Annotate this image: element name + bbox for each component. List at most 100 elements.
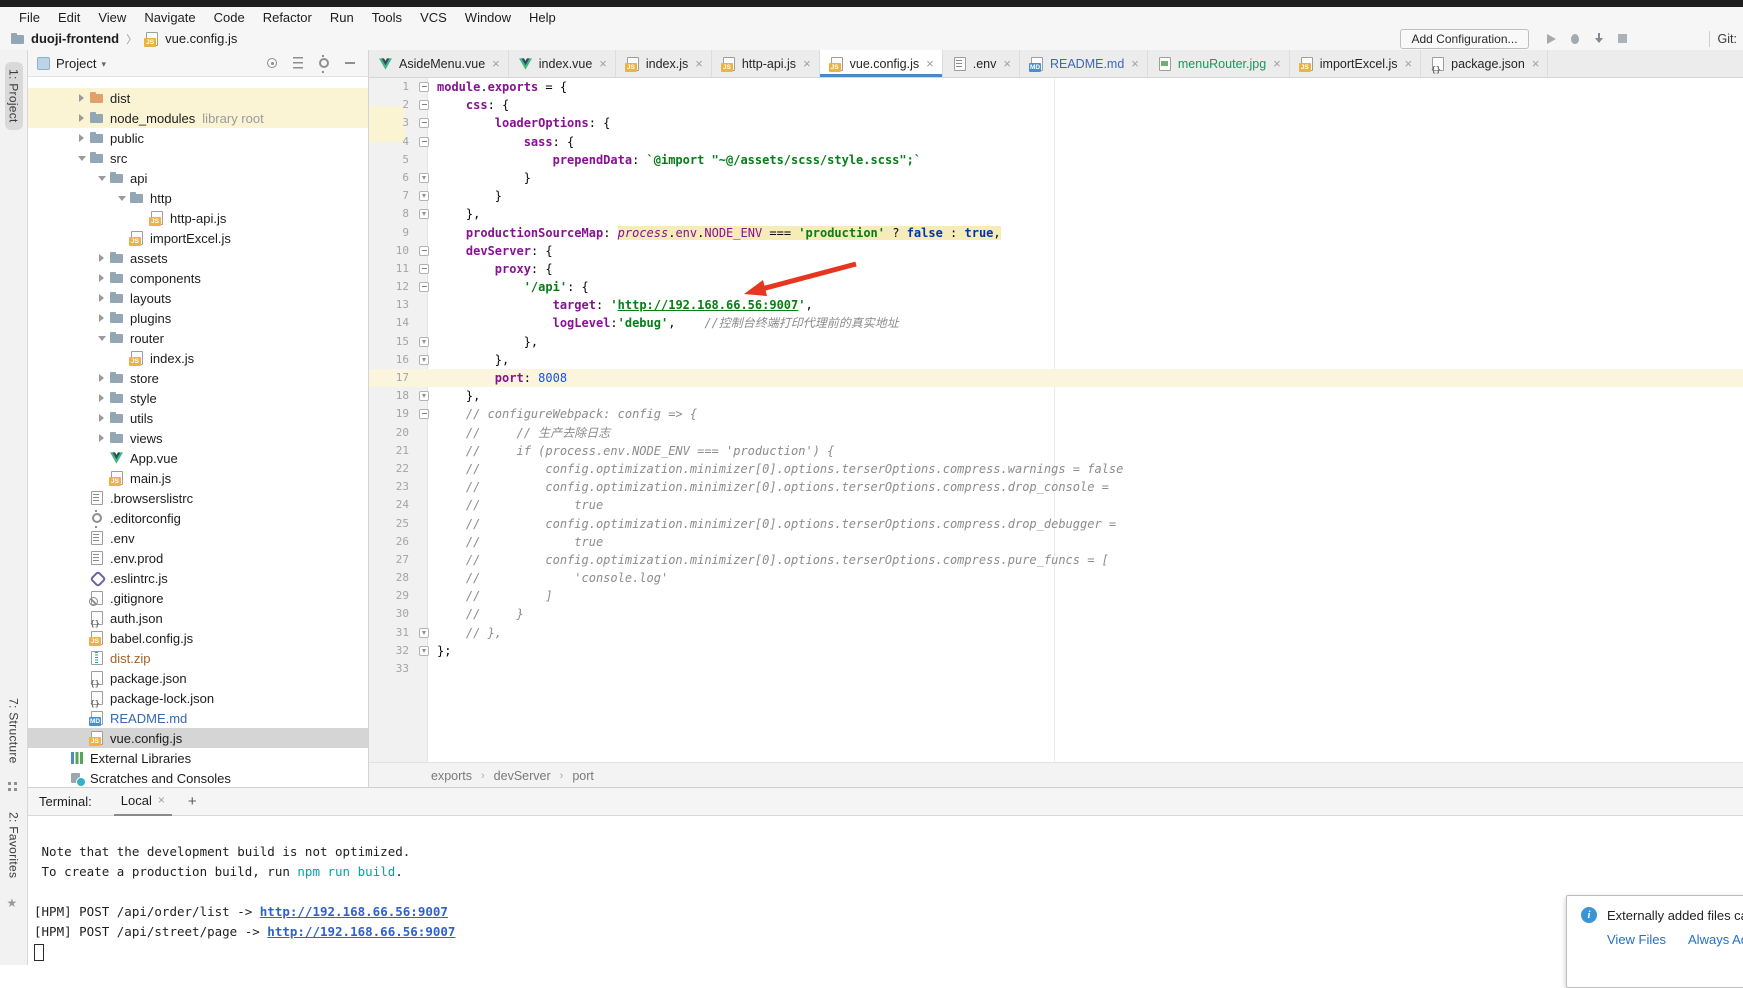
tree-item-scratches-and-consoles[interactable]: Scratches and Consoles [28, 768, 368, 787]
fold-end-icon[interactable] [419, 191, 429, 201]
close-icon[interactable]: × [1405, 56, 1413, 71]
menu-item-help[interactable]: Help [520, 10, 565, 25]
editor-tab-importexcel-js[interactable]: importExcel.js× [1290, 50, 1421, 77]
tree-item--env[interactable]: .env [28, 528, 368, 548]
tree-item-dist[interactable]: dist [28, 88, 368, 108]
fold-end-icon[interactable] [419, 391, 429, 401]
close-icon[interactable]: × [695, 56, 703, 71]
terminal-output[interactable]: Note that the development build is not o… [28, 816, 1743, 962]
close-icon[interactable]: × [492, 56, 500, 71]
chevron-right-icon[interactable] [94, 374, 109, 382]
tree-item-importexcel-js[interactable]: importExcel.js [28, 228, 368, 248]
chevron-right-icon[interactable] [94, 314, 109, 322]
chevron-right-icon[interactable] [74, 114, 89, 122]
fold-collapse-icon[interactable] [419, 82, 429, 92]
fold-collapse-icon[interactable] [419, 246, 429, 256]
fold-collapse-icon[interactable] [419, 264, 429, 274]
tree-item-package-json[interactable]: package.json [28, 668, 368, 688]
close-icon[interactable]: × [803, 56, 811, 71]
fold-end-icon[interactable] [419, 209, 429, 219]
menu-item-refactor[interactable]: Refactor [254, 10, 321, 25]
tree-item-index-js[interactable]: index.js [28, 348, 368, 368]
breadcrumb-project-name[interactable]: duoji-frontend [31, 31, 119, 46]
fold-end-icon[interactable] [419, 337, 429, 347]
notification-action-always-add[interactable]: Always Add [1688, 932, 1743, 947]
chevron-down-icon[interactable] [94, 176, 109, 181]
editor-tab-package-json[interactable]: package.json× [1421, 50, 1548, 77]
tree-item--env-prod[interactable]: .env.prod [28, 548, 368, 568]
fold-collapse-icon[interactable] [419, 100, 429, 110]
editor-tab-menurouter-jpg[interactable]: menuRouter.jpg× [1148, 50, 1290, 77]
fold-collapse-icon[interactable] [419, 118, 429, 128]
terminal-link[interactable]: http://192.168.66.56:9007 [260, 904, 448, 919]
tree-item--eslintrc-js[interactable]: .eslintrc.js [28, 568, 368, 588]
notification-action-view-files[interactable]: View Files [1607, 932, 1666, 947]
tree-item-babel-config-js[interactable]: babel.config.js [28, 628, 368, 648]
terminal-link[interactable]: http://192.168.66.56:9007 [267, 924, 455, 939]
stripe-favorites-button[interactable]: 2: Favorites [7, 812, 21, 878]
chevron-right-icon[interactable] [74, 94, 89, 102]
fold-end-icon[interactable] [419, 628, 429, 638]
tree-item-package-lock-json[interactable]: package-lock.json [28, 688, 368, 708]
collapse-all-icon[interactable] [290, 55, 306, 71]
editor-tab-readme-md[interactable]: README.md× [1020, 50, 1148, 77]
add-configuration-button[interactable]: Add Configuration... [1400, 29, 1528, 49]
menu-item-run[interactable]: Run [321, 10, 363, 25]
fold-end-icon[interactable] [419, 355, 429, 365]
chevron-right-icon[interactable] [94, 434, 109, 442]
tree-item-style[interactable]: style [28, 388, 368, 408]
tree-item--gitignore[interactable]: .gitignore [28, 588, 368, 608]
breadcrumb-file-name[interactable]: vue.config.js [165, 31, 237, 46]
chevron-right-icon[interactable] [94, 294, 109, 302]
fold-collapse-icon[interactable] [419, 137, 429, 147]
menu-item-navigate[interactable]: Navigate [135, 10, 204, 25]
menu-item-window[interactable]: Window [456, 10, 520, 25]
tree-item-app-vue[interactable]: App.vue [28, 448, 368, 468]
project-panel-title[interactable]: Project [56, 56, 96, 71]
locate-file-icon[interactable] [264, 55, 280, 71]
chevron-down-icon[interactable]: ▾ [101, 59, 106, 70]
git-widget-label[interactable]: Git: [1718, 32, 1737, 46]
tree-item-utils[interactable]: utils [28, 408, 368, 428]
tree-item-vue-config-js[interactable]: vue.config.js [28, 728, 368, 748]
editor-tab-asidemenu-vue[interactable]: AsideMenu.vue× [369, 50, 509, 77]
breadcrumb-devserver[interactable]: devServer [494, 769, 551, 783]
menu-item-view[interactable]: View [89, 10, 135, 25]
editor-tab-vue-config-js[interactable]: vue.config.js× [820, 50, 943, 77]
chevron-right-icon[interactable] [74, 134, 89, 142]
close-icon[interactable]: × [1003, 56, 1011, 71]
editor-tab--env[interactable]: .env× [943, 50, 1020, 77]
hide-panel-icon[interactable] [342, 55, 358, 71]
close-icon[interactable]: × [599, 56, 607, 71]
tree-item-views[interactable]: views [28, 428, 368, 448]
tree-item-layouts[interactable]: layouts [28, 288, 368, 308]
editor-tab-http-api-js[interactable]: http-api.js× [712, 50, 820, 77]
tree-item-auth-json[interactable]: auth.json [28, 608, 368, 628]
tree-item-main-js[interactable]: main.js [28, 468, 368, 488]
close-icon[interactable]: × [158, 793, 165, 807]
tree-item-plugins[interactable]: plugins [28, 308, 368, 328]
tree-item-components[interactable]: components [28, 268, 368, 288]
tree-item-http[interactable]: http [28, 188, 368, 208]
tree-item-public[interactable]: public [28, 128, 368, 148]
editor-tab-index-vue[interactable]: index.vue× [509, 50, 616, 77]
tree-item-dist-zip[interactable]: dist.zip [28, 648, 368, 668]
tree-item-store[interactable]: store [28, 368, 368, 388]
menu-item-tools[interactable]: Tools [363, 10, 411, 25]
tree-item-assets[interactable]: assets [28, 248, 368, 268]
tree-item--browserslistrc[interactable]: .browserslistrc [28, 488, 368, 508]
breadcrumb-exports[interactable]: exports [431, 769, 472, 783]
close-icon[interactable]: × [1131, 56, 1139, 71]
fold-end-icon[interactable] [419, 646, 429, 656]
chevron-right-icon[interactable] [94, 274, 109, 282]
chevron-right-icon[interactable] [94, 414, 109, 422]
new-terminal-button[interactable]: + [188, 793, 197, 810]
gear-icon[interactable] [316, 55, 332, 71]
tree-item-router[interactable]: router [28, 328, 368, 348]
fold-end-icon[interactable] [419, 173, 429, 183]
tree-item-api[interactable]: api [28, 168, 368, 188]
run-icon[interactable] [1543, 31, 1559, 47]
tree-item-readme-md[interactable]: README.md [28, 708, 368, 728]
debug-icon[interactable] [1567, 31, 1583, 47]
tree-item-src[interactable]: src [28, 148, 368, 168]
